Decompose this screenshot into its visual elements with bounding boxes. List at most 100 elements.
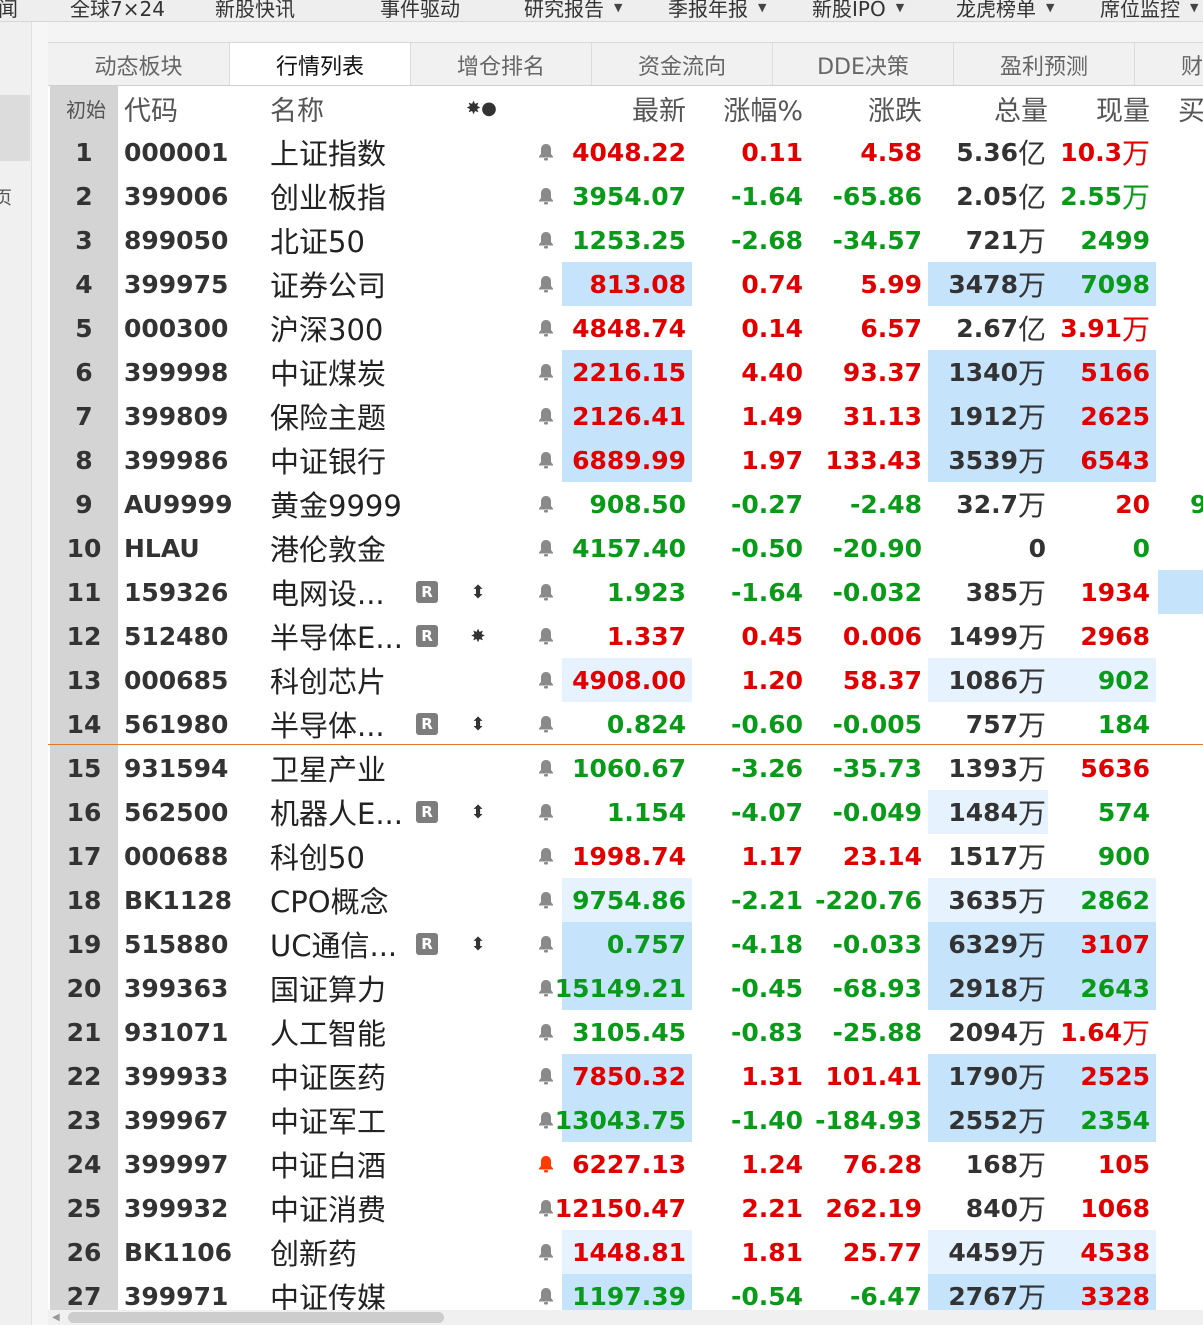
row-code: 399932 xyxy=(124,1193,229,1223)
table-row[interactable]: 3 899050 北证50 1253.25 -2.68 -34.57 721 万 2499 xyxy=(48,218,1203,262)
header-filter-icons[interactable]: ✸● xyxy=(466,86,497,130)
menu-item[interactable]: 新股IPO ▼ xyxy=(812,0,904,21)
table-row[interactable]: 26 BK1106 创新药 1448.81 1.81 25.77 4459 万 4538 xyxy=(48,1230,1203,1274)
table-row[interactable]: 12 512480 半导体E... R ✸ 1.337 0.45 0.006 1499 万 2968 xyxy=(48,614,1203,658)
header-total-volume[interactable]: 总量 xyxy=(928,86,1048,130)
alert-bell-icon[interactable] xyxy=(536,1242,556,1262)
table-row[interactable]: 17 000688 科创50 1998.74 1.17 23.14 1517 万 900 xyxy=(48,834,1203,878)
table-row[interactable]: 16 562500 机器人E... R ⬍ 1.154 -4.07 -0.049 1484 万 57… xyxy=(48,790,1203,834)
row-latest: 3105.45 xyxy=(572,1017,686,1047)
alert-bell-icon[interactable] xyxy=(536,714,556,734)
tab[interactable]: 资金流向 xyxy=(592,43,773,85)
alert-bell-icon[interactable] xyxy=(536,318,556,338)
table-row[interactable]: 11 159326 电网设... R ⬍ 1.923 -1.64 -0.032 385 万 1934 xyxy=(48,570,1203,614)
table-row[interactable]: 7 399809 保险主题 2126.41 1.49 31.13 1912 万 2625 xyxy=(48,394,1203,438)
alert-bell-icon[interactable] xyxy=(536,934,556,954)
total-volume-value: 0 xyxy=(1028,533,1046,563)
scroll-left-arrow-icon[interactable]: ◀ xyxy=(52,1312,60,1323)
table-row[interactable]: 27 399971 中证传媒 1197.39 -0.54 -6.47 2767 万 3328 xyxy=(48,1274,1203,1310)
horizontal-scrollbar[interactable]: ◀ xyxy=(48,1310,1203,1325)
alert-bell-icon[interactable] xyxy=(536,406,556,426)
table-row[interactable]: 23 399967 中证军工 13043.75 -1.40 -184.93 2552 万 235… xyxy=(48,1098,1203,1142)
menu-item[interactable]: 席位监控 ▼ xyxy=(1100,0,1198,21)
header-change-pct[interactable]: 涨幅% xyxy=(703,86,803,130)
alert-bell-icon[interactable] xyxy=(536,274,556,294)
alert-bell-icon[interactable] xyxy=(536,538,556,558)
menu-item[interactable]: 事件驱动 xyxy=(380,0,460,21)
tab[interactable]: 盈利预测 xyxy=(954,43,1135,85)
alert-bell-icon[interactable] xyxy=(536,802,556,822)
tab[interactable]: 动态板块 xyxy=(48,43,230,85)
table-row[interactable]: 4 399975 证券公司 813.08 0.74 5.99 3478 万 7098 xyxy=(48,262,1203,306)
row-number: 7 xyxy=(75,401,93,431)
tab[interactable]: 财 xyxy=(1135,43,1203,85)
menu-item[interactable]: 龙虎榜单 ▼ xyxy=(956,0,1054,21)
alert-bell-icon[interactable] xyxy=(536,494,556,514)
tab[interactable]: 行情列表 xyxy=(230,43,411,85)
table-row[interactable]: 10 HLAU 港伦敦金 4157.40 -0.50 -20.90 0 0 xyxy=(48,526,1203,570)
alert-bell-icon[interactable] xyxy=(536,186,556,206)
table-row[interactable]: 13 000685 科创芯片 4908.00 1.20 58.37 1086 万 902 xyxy=(48,658,1203,702)
header-name[interactable]: 名称 xyxy=(270,86,324,130)
table-row[interactable]: 6 399998 中证煤炭 2216.15 4.40 93.37 1340 万 5166 xyxy=(48,350,1203,394)
table-row[interactable]: 20 399363 国证算力 15149.21 -0.45 -68.93 2918 万 2643 xyxy=(48,966,1203,1010)
table-row[interactable]: 2 399006 创业板指 3954.07 -1.64 -65.86 2.05 亿 2.55 万 xyxy=(48,174,1203,218)
alert-bell-icon[interactable] xyxy=(536,626,556,646)
menu-item[interactable]: 研究报告 ▼ xyxy=(524,0,622,21)
alert-bell-icon[interactable] xyxy=(536,362,556,382)
alert-bell-icon[interactable] xyxy=(536,1198,556,1218)
table-row[interactable]: 1 000001 上证指数 4048.22 0.11 4.58 5.36 亿 10.3 万 xyxy=(48,130,1203,174)
alert-bell-icon[interactable] xyxy=(536,1286,556,1306)
tab[interactable]: DDE决策 xyxy=(773,43,954,85)
table-row[interactable]: 15 931594 卫星产业 1060.67 -3.26 -35.73 1393 万 5636 xyxy=(48,746,1203,790)
total-volume-value: 2.05 xyxy=(956,181,1018,211)
alert-bell-icon[interactable] xyxy=(536,670,556,690)
alert-bell-icon[interactable] xyxy=(536,758,556,778)
sidebar-active-item[interactable] xyxy=(0,95,30,161)
row-current-volume: 574 xyxy=(1048,790,1156,834)
row-current-volume: 2968 xyxy=(1048,614,1156,658)
table-row[interactable]: 9 AU9999 黄金9999 908.50 -0.27 -2.48 32.7 万 20 9 xyxy=(48,482,1203,526)
menu-item[interactable]: 闻 xyxy=(0,0,18,21)
alert-bell-icon[interactable] xyxy=(536,450,556,470)
alert-bell-icon[interactable] xyxy=(536,1110,556,1130)
header-current-volume[interactable]: 现量 xyxy=(1056,86,1150,130)
alert-bell-icon[interactable] xyxy=(536,978,556,998)
alert-bell-icon[interactable] xyxy=(536,1066,556,1086)
alert-bell-icon[interactable] xyxy=(536,230,556,250)
tab[interactable]: 增仓排名 xyxy=(411,43,592,85)
header-buy[interactable]: 买 xyxy=(1178,86,1203,130)
table-row[interactable]: 22 399933 中证医药 7850.32 1.31 101.41 1790 万 2525 xyxy=(48,1054,1203,1098)
table-row[interactable]: 5 000300 沪深300 4848.74 0.14 6.57 2.67 亿 3.91 万 xyxy=(48,306,1203,350)
menu-item[interactable]: 全球7×24 xyxy=(70,0,165,21)
row-number: 25 xyxy=(66,1193,102,1223)
table-row[interactable]: 19 515880 UC通信... R ⬍ 0.757 -4.18 -0.033 6329 万 31… xyxy=(48,922,1203,966)
scrollbar-thumb[interactable] xyxy=(68,1312,444,1323)
alert-bell-icon[interactable] xyxy=(536,1022,556,1042)
total-volume-value: 2094 xyxy=(948,1017,1018,1047)
row-current-volume: 5166 xyxy=(1048,350,1156,394)
menu-item[interactable]: 季报年报 ▼ xyxy=(668,0,766,21)
table-row[interactable]: 14 561980 半导体... R ⬍ 0.824 -0.60 -0.005 757 万 184 xyxy=(48,702,1203,746)
row-total-volume: 840 万 xyxy=(928,1186,1048,1230)
row-current-volume: 1068 xyxy=(1048,1186,1156,1230)
row-latest: 3954.07 xyxy=(572,181,686,211)
row-current-volume: 2862 xyxy=(1048,878,1156,922)
alert-bell-icon[interactable] xyxy=(536,1154,556,1174)
table-row[interactable]: 8 399986 中证银行 6889.99 1.97 133.43 3539 万 6543 xyxy=(48,438,1203,482)
table-row[interactable]: 21 931071 人工智能 3105.45 -0.83 -25.88 2094 万 1.64 万 xyxy=(48,1010,1203,1054)
alert-bell-icon[interactable] xyxy=(536,142,556,162)
table-row[interactable]: 25 399932 中证消费 12150.47 2.21 262.19 840 万 1068 xyxy=(48,1186,1203,1230)
header-code[interactable]: 代码 xyxy=(124,86,178,130)
header-reset[interactable]: 初始 xyxy=(58,86,114,130)
row-number: 13 xyxy=(66,665,102,695)
alert-bell-icon[interactable] xyxy=(536,846,556,866)
alert-bell-icon[interactable] xyxy=(536,890,556,910)
menu-item[interactable]: 新股快讯 xyxy=(215,0,295,21)
table-row[interactable]: 24 399997 中证白酒 6227.13 1.24 76.28 168 万 105 xyxy=(48,1142,1203,1186)
alert-bell-icon[interactable] xyxy=(536,582,556,602)
header-change[interactable]: 涨跌 xyxy=(818,86,922,130)
table-row[interactable]: 18 BK1128 CPO概念 9754.86 -2.21 -220.76 3635 万 286… xyxy=(48,878,1203,922)
row-change: -0.033 xyxy=(832,929,922,959)
header-latest[interactable]: 最新 xyxy=(578,86,686,130)
